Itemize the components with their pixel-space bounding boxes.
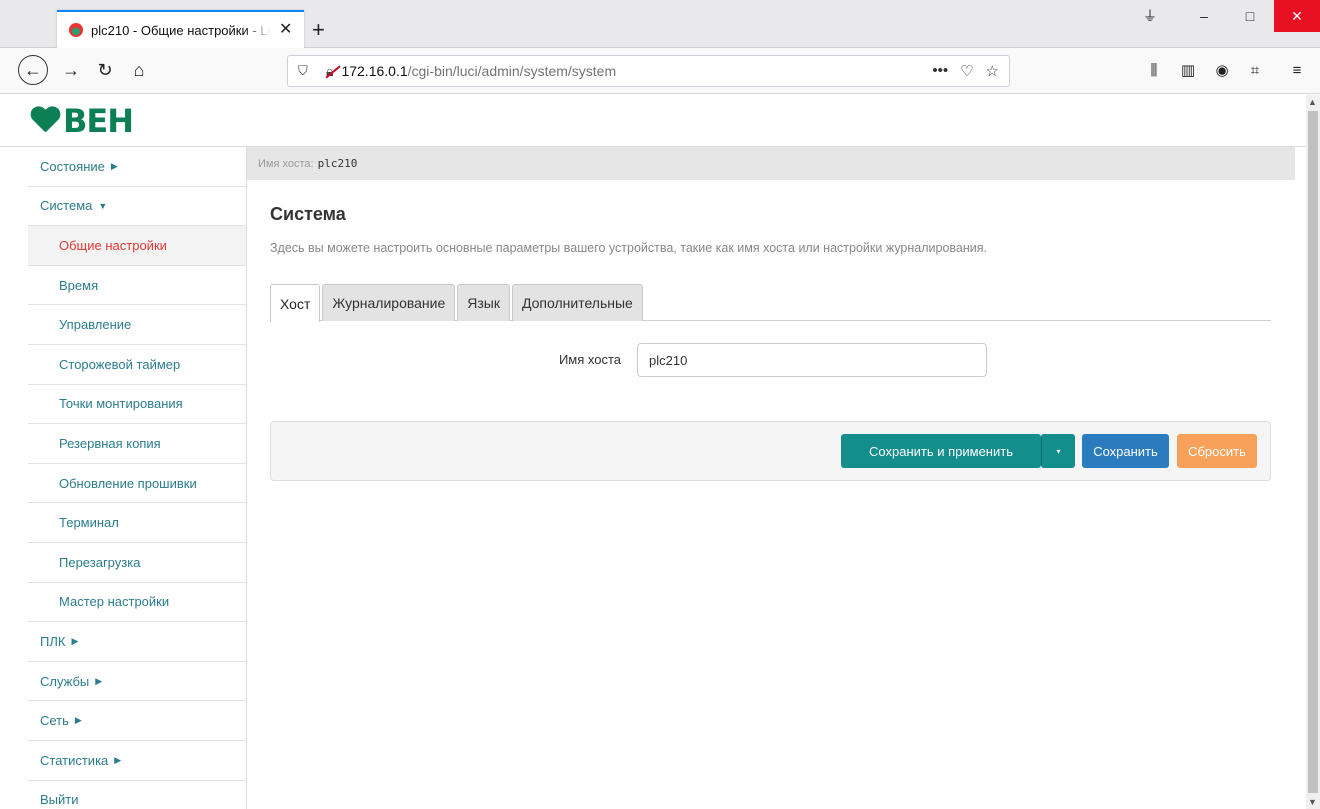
- sidebar-item-10[interactable]: Перезагрузка: [28, 543, 246, 583]
- caret-right-icon: ▶: [95, 675, 103, 686]
- extension-icon[interactable]: ⌗: [1242, 56, 1268, 84]
- sidebar-item-label: Мастер настройки: [59, 594, 170, 610]
- sidebar-item-12[interactable]: ПЛК ▶: [28, 622, 246, 662]
- scroll-down-icon[interactable]: ▼: [1308, 797, 1317, 807]
- sidebar-item-2[interactable]: Общие настройки: [28, 226, 246, 266]
- browser-navbar: ← → ↻ ⌂ ⛉ 🔒︎ 172.16.0.1 /cgi-bin/luci/ad…: [0, 48, 1320, 94]
- tab-host[interactable]: Хост: [270, 284, 321, 322]
- sidebar-item-14[interactable]: Сеть ▶: [28, 701, 246, 741]
- hostname-bar-value: plc210: [317, 157, 358, 170]
- insecure-lock-icon[interactable]: 🔒︎: [326, 63, 333, 80]
- caret-right-icon: ▶: [71, 635, 79, 646]
- sidebar-item-11[interactable]: Мастер настройки: [28, 583, 246, 623]
- sidebar-toggle-icon[interactable]: ▥: [1175, 56, 1201, 84]
- main-content: Имя хоста: plc210 Система Здесь вы может…: [247, 147, 1295, 809]
- caret-right-icon: ▶: [114, 754, 122, 765]
- hostname-row: Имя хоста: [270, 343, 1271, 377]
- sidebar-item-label: Резервная копия: [59, 435, 161, 451]
- sidebar-item-label: Общие настройки: [59, 237, 167, 253]
- tab-title: plc210 - Общие настройки - LuCI: [91, 22, 271, 38]
- shield-icon[interactable]: ⛉: [298, 63, 312, 79]
- page-title: Система: [270, 204, 346, 224]
- sidebar-item-1[interactable]: Система ▼: [28, 187, 246, 227]
- tab-language[interactable]: Язык: [457, 284, 510, 321]
- tab-close-icon[interactable]: ✕: [279, 22, 292, 38]
- sidebar-item-label: Управление: [59, 317, 132, 333]
- sidebar-item-16[interactable]: Выйти: [28, 781, 246, 809]
- browser-tab[interactable]: plc210 - Общие настройки - LuCI ✕: [57, 10, 304, 48]
- caret-right-icon: ▶: [110, 160, 118, 171]
- sidebar-item-label: Точки монтирования: [59, 396, 183, 412]
- sidebar-item-13[interactable]: Службы ▶: [28, 662, 246, 702]
- oven-logo[interactable]: ВЕН: [30, 102, 134, 140]
- site-favicon-icon: [69, 23, 83, 37]
- browser-titlebar: plc210 - Общие настройки - LuCI ✕ + ⏚ – …: [0, 0, 1320, 48]
- maximize-button[interactable]: □: [1230, 0, 1270, 32]
- actions-bar: Сохранить и применить ▾ Сохранить Сброси…: [270, 421, 1271, 481]
- header: ВЕН: [0, 95, 1306, 147]
- sidebar-item-label: Обновление прошивки: [59, 475, 197, 491]
- hostname-bar-label: Имя хоста:: [258, 157, 314, 170]
- page-viewport: ВЕН Состояние ▶ Система ▼ Общие настройки Вре…: [0, 95, 1306, 809]
- sidebar-item-label: Перезагрузка: [59, 554, 141, 570]
- sidebar-item-4[interactable]: Управление: [28, 305, 246, 345]
- hostname-input[interactable]: [637, 343, 987, 377]
- page-actions-icon[interactable]: •••: [932, 62, 948, 80]
- sidebar-item-label: Службы: [40, 673, 90, 689]
- minimize-button[interactable]: –: [1184, 0, 1224, 32]
- sidebar-item-label: Сторожевой таймер: [59, 356, 181, 372]
- back-arrow-icon[interactable]: ←: [18, 55, 48, 85]
- sidebar-item-label: Статистика: [40, 752, 109, 768]
- reset-button[interactable]: Сбросить: [1177, 434, 1257, 468]
- menu-icon[interactable]: ≡: [1284, 56, 1310, 84]
- caret-down-icon: ▼: [98, 200, 108, 211]
- page-scrollbar[interactable]: ▲ ▼: [1306, 95, 1320, 809]
- sidebar-item-6[interactable]: Точки монтирования: [28, 385, 246, 425]
- account-icon[interactable]: ◉: [1209, 56, 1235, 84]
- close-window-button[interactable]: ✕: [1274, 0, 1320, 32]
- tab-advanced[interactable]: Дополнительные: [512, 284, 643, 321]
- sidebar: Состояние ▶ Система ▼ Общие настройки Время Уп…: [28, 147, 247, 809]
- hostname-label: Имя хоста: [558, 352, 621, 367]
- sidebar-item-0[interactable]: Состояние ▶: [28, 147, 246, 187]
- save-apply-button[interactable]: Сохранить и применить: [841, 434, 1041, 468]
- logo-heart-icon: [30, 107, 60, 135]
- page-description: Здесь вы можете настроить основные парам…: [270, 241, 987, 255]
- tab-logging[interactable]: Журналирование: [322, 284, 456, 321]
- sidebar-item-9[interactable]: Терминал: [28, 503, 246, 543]
- bookmark-star-icon[interactable]: ☆: [986, 62, 999, 80]
- hostname-bar: Имя хоста: plc210: [247, 147, 1295, 180]
- sidebar-item-8[interactable]: Обновление прошивки: [28, 464, 246, 504]
- library-icon[interactable]: ⫼: [1141, 56, 1167, 84]
- url-host: 172.16.0.1: [341, 63, 408, 79]
- home-icon[interactable]: ⌂: [125, 56, 153, 84]
- sidebar-item-label: Система: [40, 198, 93, 214]
- sidebar-item-label: Выйти: [40, 792, 79, 808]
- sidebar-item-5[interactable]: Сторожевой таймер: [28, 345, 246, 385]
- sidebar-item-label: Терминал: [59, 515, 119, 531]
- sidebar-item-7[interactable]: Резервная копия: [28, 424, 246, 464]
- sidebar-item-label: ПЛК: [40, 633, 66, 649]
- caret-right-icon: ▶: [74, 715, 82, 726]
- save-button[interactable]: Сохранить: [1082, 434, 1169, 468]
- logo-text: ВЕН: [63, 102, 134, 140]
- save-apply-dropdown-button[interactable]: ▾: [1041, 434, 1075, 468]
- sidebar-item-label: Состояние: [40, 158, 105, 174]
- sidebar-item-label: Время: [59, 277, 99, 293]
- pocket-icon[interactable]: ♡: [960, 62, 973, 80]
- url-path: /cgi-bin/luci/admin/system/system: [407, 63, 617, 79]
- extra-window-icon[interactable]: ⏚: [1130, 0, 1170, 32]
- new-tab-button[interactable]: +: [312, 19, 325, 41]
- address-bar[interactable]: ⛉ 🔒︎ 172.16.0.1 /cgi-bin/luci/admin/syst…: [287, 55, 1010, 87]
- forward-arrow-icon[interactable]: →: [57, 56, 85, 84]
- section-tabs: Хост Журналирование Язык Дополнительные: [270, 281, 1271, 322]
- sidebar-item-15[interactable]: Статистика ▶: [28, 741, 246, 781]
- sidebar-item-3[interactable]: Время: [28, 266, 246, 306]
- reload-icon[interactable]: ↻: [91, 56, 119, 84]
- scroll-up-icon[interactable]: ▲: [1308, 97, 1317, 107]
- sidebar-item-label: Сеть: [40, 713, 69, 729]
- scrollbar-thumb[interactable]: [1308, 111, 1318, 793]
